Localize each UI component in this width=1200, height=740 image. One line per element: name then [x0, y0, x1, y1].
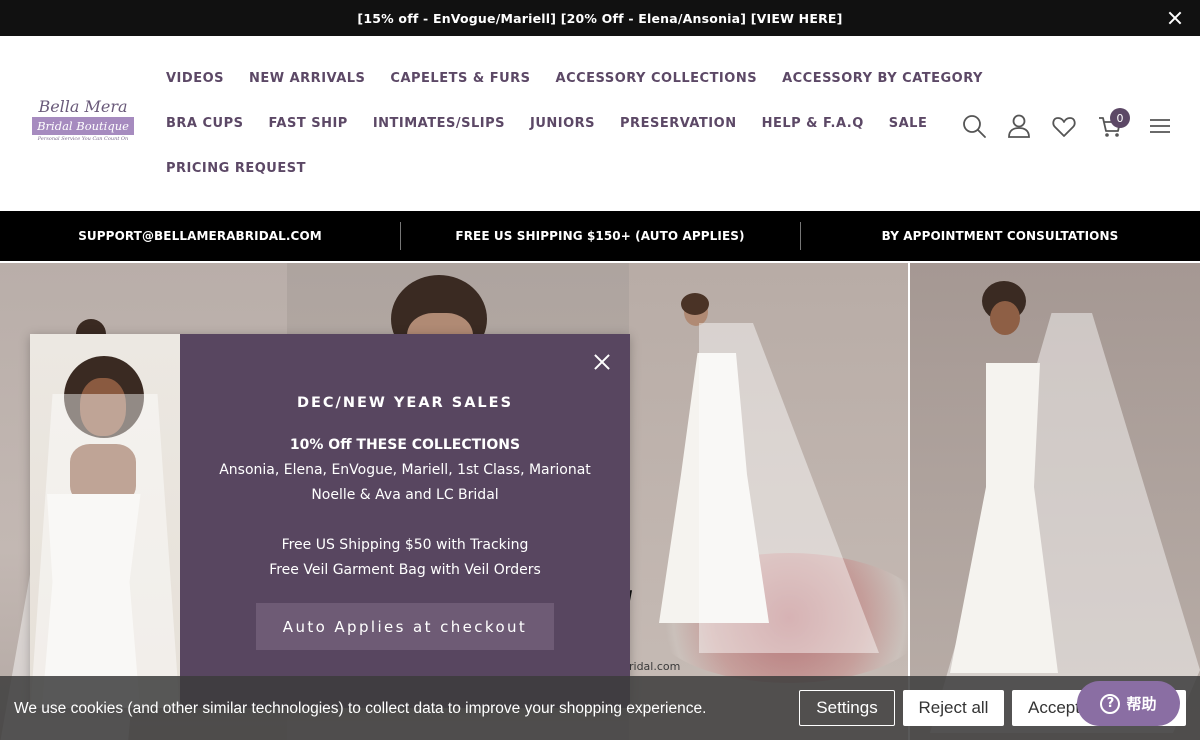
close-icon[interactable] [592, 352, 612, 372]
nav-help-faq[interactable]: HELP & F.A.Q [762, 116, 864, 131]
logo[interactable]: Bella Mera Bridal Boutique Personal Serv… [32, 98, 134, 148]
nav-juniors[interactable]: JUNIORS [530, 116, 595, 131]
search-icon[interactable] [960, 112, 988, 140]
close-icon[interactable] [1166, 9, 1184, 27]
popup-collections-line-2: Noelle & Ava and LC Bridal [311, 487, 499, 503]
nav-capelets-furs[interactable]: CAPELETS & FURS [390, 71, 530, 86]
nav-accessory-collections[interactable]: ACCESSORY COLLECTIONS [556, 71, 758, 86]
account-icon[interactable] [1005, 112, 1033, 140]
popup-shipping-line: Free US Shipping $50 with Tracking [281, 537, 529, 553]
nav-intimates-slips[interactable]: INTIMATES/SLIPS [373, 116, 505, 131]
info-strip: SUPPORT@BELLAMERABRIDAL.COM FREE US SHIP… [0, 211, 1200, 261]
nav-new-arrivals[interactable]: NEW ARRIVALS [249, 71, 365, 86]
cookie-reject-all-button[interactable]: Reject all [903, 690, 1004, 726]
popup-content: DEC/NEW YEAR SALES 10% Off THESE COLLECT… [180, 334, 630, 708]
announcement-text[interactable]: [15% off - EnVogue/Mariell] [20% Off - E… [357, 11, 842, 26]
popup-veil-bag-line: Free Veil Garment Bag with Veil Orders [269, 562, 541, 578]
promo-popup: DEC/NEW YEAR SALES 10% Off THESE COLLECT… [30, 334, 630, 708]
nav-videos[interactable]: VIDEOS [166, 71, 224, 86]
popup-collections-line-1: Ansonia, Elena, EnVogue, Mariell, 1st Cl… [219, 462, 591, 478]
cookie-banner: We use cookies (and other similar techno… [0, 676, 1200, 740]
help-chat-button[interactable]: ? 帮助 [1077, 681, 1180, 726]
popup-bride-photo [30, 334, 180, 708]
nav-pricing-request[interactable]: PRICING REQUEST [166, 161, 306, 176]
logo-tagline: Personal Service You Can Count On [37, 136, 129, 142]
free-shipping-notice[interactable]: FREE US SHIPPING $150+ (AUTO APPLIES) [400, 211, 800, 261]
cookie-settings-button[interactable]: Settings [799, 690, 895, 726]
nav-sale[interactable]: SALE [889, 116, 928, 131]
logo-boxed-text: Bridal Boutique [32, 117, 134, 135]
support-email[interactable]: SUPPORT@BELLAMERABRIDAL.COM [0, 211, 400, 261]
cart-count-badge: 0 [1110, 108, 1130, 128]
hero-photo-4 [908, 263, 1200, 740]
menu-icon[interactable] [1146, 112, 1174, 140]
cookie-text: We use cookies (and other similar techno… [14, 700, 707, 717]
popup-subtitle: 10% Off THESE COLLECTIONS [289, 437, 521, 453]
nav-accessory-by-category[interactable]: ACCESSORY BY CATEGORY [782, 71, 983, 86]
wishlist-heart-icon[interactable] [1050, 112, 1078, 140]
help-label: 帮助 [1126, 695, 1157, 713]
announcement-bar: [15% off - EnVogue/Mariell] [20% Off - E… [0, 0, 1200, 36]
auto-applies-button[interactable]: Auto Applies at checkout [256, 603, 554, 650]
main-nav-row-1: VIDEOS NEW ARRIVALS CAPELETS & FURS ACCE… [166, 71, 1008, 86]
nav-preservation[interactable]: PRESERVATION [620, 116, 737, 131]
popup-title: DEC/NEW YEAR SALES [296, 395, 514, 411]
main-nav-row-3: PRICING REQUEST [166, 161, 331, 176]
hero-url-text: ridal.com [629, 660, 681, 673]
main-nav-row-2: BRA CUPS FAST SHIP INTIMATES/SLIPS JUNIO… [166, 116, 952, 131]
appointment-consultations[interactable]: BY APPOINTMENT CONSULTATIONS [800, 211, 1200, 261]
question-icon: ? [1100, 693, 1121, 714]
nav-bra-cups[interactable]: BRA CUPS [166, 116, 244, 131]
logo-script-text: Bella Mera [38, 97, 128, 116]
site-header: Bella Mera Bridal Boutique Personal Serv… [0, 36, 1200, 211]
nav-fast-ship[interactable]: FAST SHIP [269, 116, 348, 131]
